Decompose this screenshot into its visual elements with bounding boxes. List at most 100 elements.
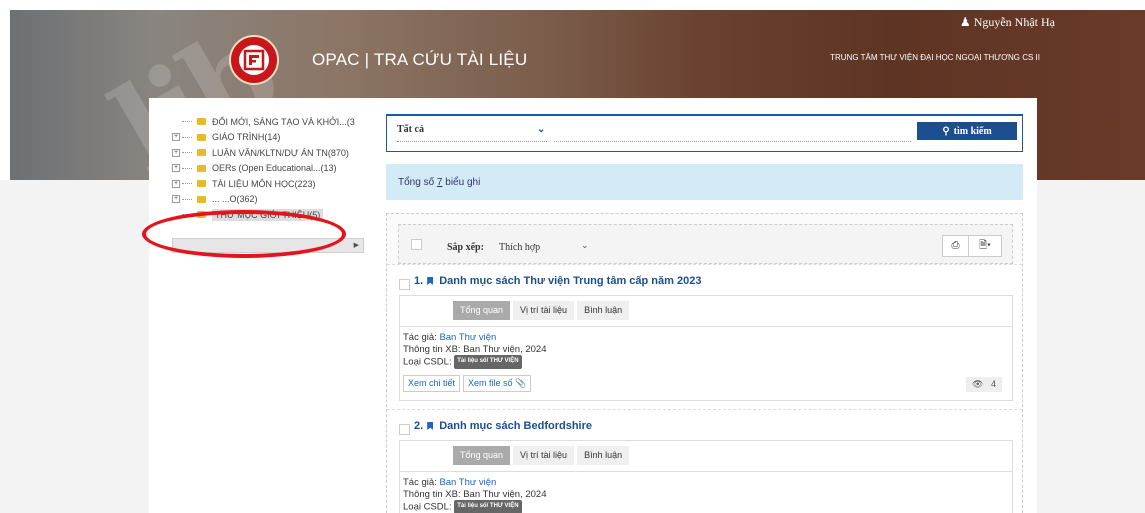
tab-location[interactable]: Vị trí tài liệu xyxy=(513,301,575,320)
author-line: Tác giả: Ban Thư viện xyxy=(403,332,1009,344)
folder-icon xyxy=(197,180,206,188)
sort-select[interactable]: Thích hợp xyxy=(499,242,540,253)
tree-connector xyxy=(182,167,192,169)
tree-item-label: LUẬN VĂN/KLTN/DỰ ÁN TN(870) xyxy=(212,147,349,158)
result-details: Tác giả: Ban Thư viện Thông tin XB: Ban … xyxy=(399,471,1013,513)
tree-item[interactable]: + OERs (Open Educational...(13) xyxy=(172,161,364,177)
search-input[interactable] xyxy=(554,124,911,142)
author-label: Tác giả: xyxy=(403,477,437,488)
record-count-bar: Tổng số 7 biểu ghi xyxy=(386,164,1023,200)
result-actions: Xem chi tiết Xem file số 📎 xyxy=(403,374,1009,392)
record-count-number[interactable]: 7 xyxy=(437,177,443,188)
result-number: 2. xyxy=(414,420,424,432)
result-title[interactable]: Danh mục sách Bedfordshire xyxy=(439,420,592,432)
expand-icon[interactable]: + xyxy=(172,148,180,157)
tree-item[interactable]: + TÀI LIỆU MÔN HỌC(223) xyxy=(172,176,364,192)
folder-icon xyxy=(197,164,206,172)
publisher-line: Thông tin XB: Ban Thư viện, 2024 xyxy=(403,488,547,500)
view-file-button[interactable]: Xem file số 📎 xyxy=(463,374,532,392)
bookmark-icon[interactable] xyxy=(427,422,434,430)
folder-icon xyxy=(197,149,206,157)
chevron-down-icon[interactable]: ⌄ xyxy=(581,240,589,251)
result-tabs-box: Tổng quan Vị trí tài liệu Bình luận xyxy=(399,440,1013,472)
search-bar: Tất cả ⌄ ⚲ tìm kiếm xyxy=(386,114,1023,152)
result-card: 2. Danh mục sách Bedfordshire Tổng quan … xyxy=(387,409,1022,513)
view-count: 👁 4 xyxy=(966,376,1002,392)
tab-overview[interactable]: Tổng quan xyxy=(453,301,511,320)
tab-location[interactable]: Vị trí tài liệu xyxy=(513,446,575,465)
header-left-edge xyxy=(0,10,10,180)
tab-comments[interactable]: Bình luận xyxy=(577,301,630,320)
result-card: 1. Danh mục sách Thư viện Trung tâm cấp … xyxy=(387,264,1022,409)
logo-mark-icon xyxy=(243,49,265,71)
result-title-row: 2. Danh mục sách Bedfordshire xyxy=(397,420,592,432)
search-scope-select[interactable]: Tất cả ⌄ xyxy=(397,124,547,142)
tree-item-label: OERs (Open Educational...(13) xyxy=(212,163,337,174)
tree-item-label: ... ...O(362) xyxy=(212,194,258,205)
user-menu[interactable]: ♟ Nguyễn Nhật Hạ xyxy=(960,15,1055,30)
result-title-row: 1. Danh mục sách Thư viện Trung tâm cấp … xyxy=(397,275,701,287)
tree-item-label: TÀI LIỆU MÔN HỌC(223) xyxy=(212,178,316,189)
tree-connector xyxy=(182,136,192,138)
folder-icon xyxy=(197,195,206,203)
tab-overview[interactable]: Tổng quan xyxy=(453,446,511,465)
folder-icon xyxy=(197,118,206,126)
tree-item[interactable]: + GIÁO TRÌNH(14) xyxy=(172,130,364,146)
record-count-prefix: Tổng số xyxy=(398,176,435,188)
author-label: Tác giả: xyxy=(403,332,437,343)
folder-icon xyxy=(197,133,206,141)
university-logo[interactable] xyxy=(229,35,279,85)
view-detail-button[interactable]: Xem chi tiết xyxy=(403,374,461,392)
db-type-badge: Tài liệu số/ THƯ VIỆN xyxy=(454,355,522,369)
tree-item[interactable]: + ... ...O(362) xyxy=(172,192,364,208)
bookmark-icon[interactable] xyxy=(427,277,434,285)
expand-icon[interactable]: + xyxy=(172,164,180,173)
tree-item-label: ĐỔI MỚI, SÁNG TẠO VÀ KHỞI...(3 xyxy=(212,116,355,127)
publisher-line: Thông tin XB: Ban Thư viện, 2024 xyxy=(403,343,547,355)
expand-icon[interactable]: + xyxy=(172,195,180,204)
db-type-line: Loại CSDL: Tài liệu số/ THƯ VIỆN xyxy=(403,500,1009,513)
toolbar-actions: ⎙ 🗎▾ xyxy=(942,235,1002,257)
library-center-name: TRUNG TÂM THƯ VIỆN ĐẠI HỌC NGOẠI THƯƠNG … xyxy=(830,53,1040,62)
author-link[interactable]: Ban Thư viện xyxy=(439,332,496,343)
view-file-label: Xem file số xyxy=(468,377,513,388)
expand-icon[interactable]: + xyxy=(172,133,180,142)
record-count-suffix: biểu ghi xyxy=(445,176,481,188)
result-tabs: Tổng quan Vị trí tài liệu Bình luận xyxy=(453,301,632,320)
tree-item[interactable]: ĐỔI MỚI, SÁNG TẠO VÀ KHỞI...(3 xyxy=(172,114,364,130)
red-annotation-circle xyxy=(142,210,346,258)
result-title[interactable]: Danh mục sách Thư viện Trung tâm cấp năm… xyxy=(439,275,701,287)
db-type-label: Loại CSDL: xyxy=(403,356,452,368)
eye-icon: 👁 xyxy=(972,378,984,389)
search-button[interactable]: ⚲ tìm kiếm xyxy=(917,122,1017,140)
tab-comments[interactable]: Bình luận xyxy=(577,446,630,465)
tree-connector xyxy=(182,198,192,200)
result-tabs: Tổng quan Vị trí tài liệu Bình luận xyxy=(453,446,632,465)
scroll-right-icon[interactable]: ▶ xyxy=(354,241,359,249)
select-all-checkbox[interactable] xyxy=(411,239,422,250)
result-tabs-box: Tổng quan Vị trí tài liệu Bình luận xyxy=(399,295,1013,327)
app-title[interactable]: OPAC | TRA CỨU TÀI LIỆU xyxy=(312,50,527,70)
sort-toolbar: Sắp xếp: Thích hợp ⌄ ⎙ 🗎▾ xyxy=(398,224,1013,264)
result-number: 1. xyxy=(414,275,424,287)
tree-connector xyxy=(182,183,192,185)
print-icon[interactable]: ⎙ xyxy=(943,236,969,256)
result-details: Tác giả: Ban Thư viện Thông tin XB: Ban … xyxy=(399,326,1013,401)
db-type-line: Loại CSDL: Tài liệu số/ THƯ VIỆN xyxy=(403,355,1009,369)
tree-item-label: GIÁO TRÌNH(14) xyxy=(212,132,281,143)
view-count-value: 4 xyxy=(990,378,996,389)
search-button-label: tìm kiếm xyxy=(953,125,992,137)
db-type-badge: Tài liệu số/ THƯ VIỆN xyxy=(454,500,522,513)
tree-connector xyxy=(182,121,192,123)
logo-emblem xyxy=(239,45,269,75)
paperclip-icon: 📎 xyxy=(515,377,527,388)
search-icon: ⚲ xyxy=(942,125,950,137)
user-icon: ♟ xyxy=(959,15,971,29)
sort-label: Sắp xếp: xyxy=(447,242,484,253)
author-link[interactable]: Ban Thư viện xyxy=(439,477,496,488)
author-line: Tác giả: Ban Thư viện xyxy=(403,477,1009,489)
tree-item[interactable]: + LUẬN VĂN/KLTN/DỰ ÁN TN(870) xyxy=(172,145,364,161)
tree-connector xyxy=(182,152,192,154)
expand-icon[interactable]: + xyxy=(172,179,180,188)
export-icon[interactable]: 🗎▾ xyxy=(969,236,1001,256)
